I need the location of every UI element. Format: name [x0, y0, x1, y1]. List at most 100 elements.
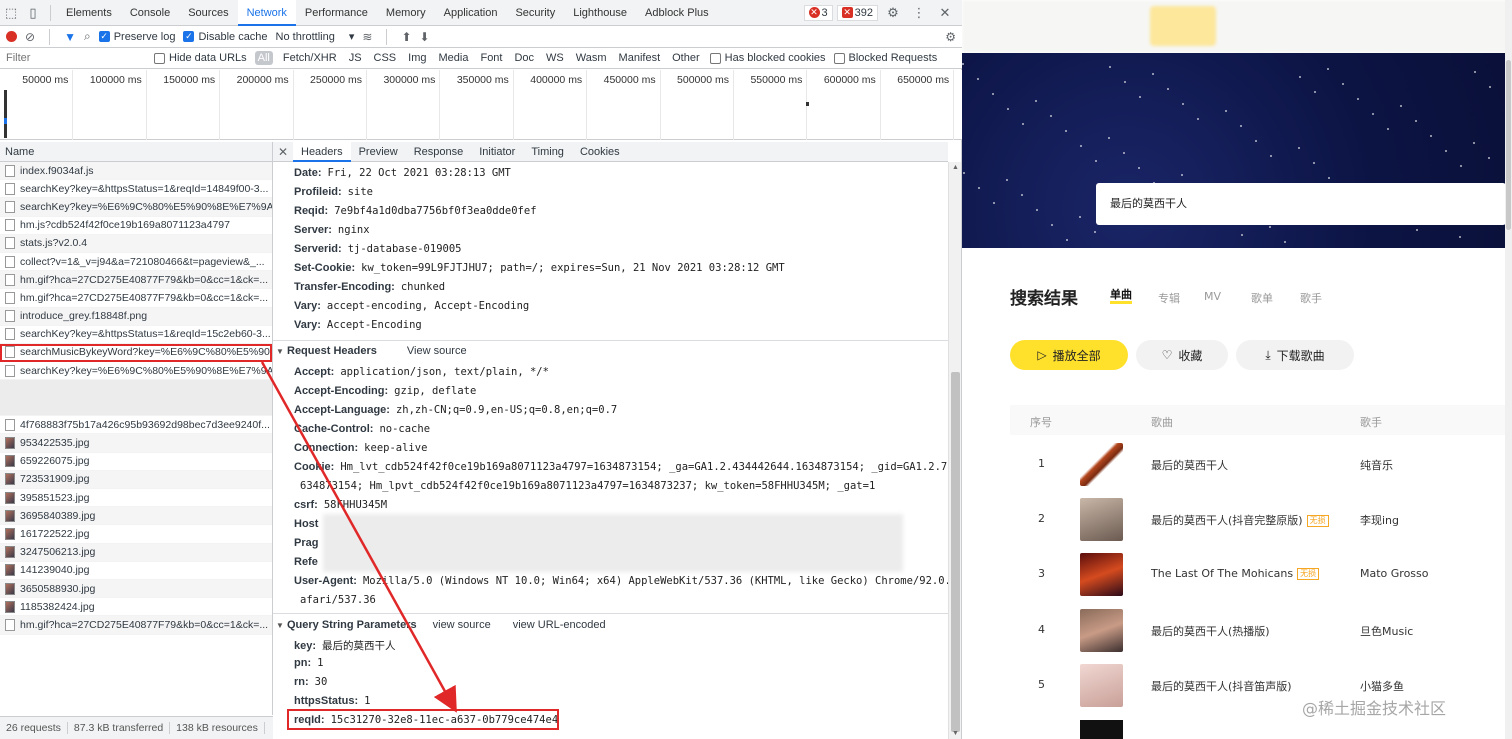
inspect-element-icon[interactable]: ⬚	[0, 0, 22, 26]
detail-tab-initiator[interactable]: Initiator	[471, 142, 523, 162]
network-conditions-icon[interactable]: ≋	[362, 30, 372, 44]
download-button[interactable]: ⤓ 下载歌曲	[1236, 340, 1354, 370]
song-artist[interactable]: 李现ing	[1360, 512, 1399, 528]
result-tab[interactable]: 歌手	[1300, 290, 1322, 306]
request-row[interactable]: 659226075.jpg	[0, 453, 272, 471]
request-row[interactable]: 395851523.jpg	[0, 489, 272, 508]
filter-type-manifest[interactable]: Manifest	[617, 52, 663, 64]
detail-tab-timing[interactable]: Timing	[523, 142, 572, 162]
import-har-icon[interactable]: ⬆	[401, 30, 411, 44]
warning-count-badge[interactable]: ✕ 392	[836, 4, 878, 21]
album-cover[interactable]	[1080, 608, 1123, 652]
error-count-badge[interactable]: ✕ 3	[803, 4, 833, 21]
device-toolbar-icon[interactable]: ▯	[22, 0, 44, 26]
request-row[interactable]: 3650588930.jpg	[0, 579, 272, 599]
scrollbar-thumb[interactable]	[951, 372, 960, 732]
song-title[interactable]: 最后的莫西干人(热播版)	[1151, 623, 1270, 639]
disable-cache-checkbox[interactable]: ✓ Disable cache	[183, 31, 268, 43]
page-scrollbar-thumb[interactable]	[1506, 60, 1511, 230]
filter-type-other[interactable]: Other	[670, 52, 702, 64]
request-row[interactable]: stats.js?v2.0.4	[0, 234, 272, 253]
request-row[interactable]	[0, 380, 272, 417]
filter-type-all[interactable]: All	[254, 51, 273, 65]
album-cover[interactable]	[1080, 553, 1123, 597]
request-row[interactable]: searchKey?key=%E6%9C%80%E5%90%8E%E7%9A..…	[0, 362, 272, 381]
clear-icon[interactable]: ⊘	[25, 30, 35, 44]
network-timeline-overview[interactable]: 50000 ms 100000 ms 150000 ms 200000 ms 25000…	[0, 70, 962, 140]
request-row[interactable]: hm.js?cdb524f42f0ce19b169a8071123a4797	[0, 217, 272, 235]
song-row[interactable]: 2 最后的莫西干人(抖音完整原版) 无损 李现ing	[1010, 493, 1510, 548]
request-row[interactable]: 1185382424.jpg	[0, 598, 272, 617]
request-row[interactable]: 3695840389.jpg	[0, 507, 272, 526]
request-row[interactable]: hm.gif?hca=27CD275E40877F79&kb=0&cc=1&ck…	[0, 616, 272, 635]
song-title[interactable]: 最后的莫西干人(抖音笛声版)	[1151, 678, 1292, 694]
collect-button[interactable]: ♡ 收藏	[1136, 340, 1228, 370]
request-row-searchmusicbykeyword[interactable]: searchMusicBykeyWord?key=%E6%9C%80%E5%90…	[0, 343, 272, 363]
tab-elements[interactable]: Elements	[57, 0, 121, 26]
detail-tab-headers[interactable]: Headers	[293, 142, 351, 162]
tab-network[interactable]: Network	[237, 0, 296, 26]
query-string-section[interactable]: ▼ Query String Parameters view source view …	[273, 613, 948, 635]
result-tab[interactable]: 专辑	[1158, 290, 1180, 306]
filter-type-img[interactable]: Img	[406, 52, 428, 64]
tab-adblock-plus[interactable]: Adblock Plus	[636, 0, 718, 26]
song-artist[interactable]: Mato Grosso	[1360, 567, 1429, 580]
result-tab[interactable]: 歌单	[1251, 290, 1273, 306]
request-row[interactable]: collect?v=1&_v=j94&a=721080466&t=pagevie…	[0, 253, 272, 272]
album-cover[interactable]	[1080, 443, 1123, 486]
network-settings-gear-icon[interactable]: ⚙	[945, 30, 956, 44]
request-row[interactable]: index.f9034af.js	[0, 162, 272, 181]
filter-type-css[interactable]: CSS	[372, 52, 399, 64]
details-scrollbar[interactable]: ▲ ▼	[948, 162, 961, 739]
page-scrollbar[interactable]	[1505, 0, 1512, 739]
request-row[interactable]: 953422535.jpg	[0, 434, 272, 453]
export-har-icon[interactable]: ⬇	[420, 30, 430, 44]
tab-security[interactable]: Security	[506, 0, 564, 26]
filter-type-fetchxhr[interactable]: Fetch/XHR	[281, 52, 339, 64]
album-cover[interactable]	[1080, 663, 1123, 707]
tab-performance[interactable]: Performance	[296, 0, 377, 26]
tab-sources[interactable]: Sources	[179, 0, 237, 26]
song-artist[interactable]: 旦色Music	[1360, 623, 1413, 639]
request-row[interactable]: 3247506213.jpg	[0, 543, 272, 562]
filter-type-ws[interactable]: WS	[544, 52, 566, 64]
tab-console[interactable]: Console	[121, 0, 179, 26]
tab-memory[interactable]: Memory	[377, 0, 435, 26]
close-icon[interactable]: ✕	[934, 0, 956, 26]
filter-type-js[interactable]: JS	[347, 52, 364, 64]
filter-type-media[interactable]: Media	[437, 52, 471, 64]
view-source-link[interactable]: View source	[407, 345, 467, 357]
song-title[interactable]: The Last Of The Mohicans 无损	[1151, 567, 1320, 581]
song-title[interactable]: 最后的莫西干人(抖音完整原版) 无损	[1151, 512, 1329, 528]
record-icon[interactable]	[6, 31, 17, 42]
request-headers-section[interactable]: ▼ Request Headers View source	[273, 340, 948, 360]
detail-tab-cookies[interactable]: Cookies	[572, 142, 628, 162]
result-tab[interactable]: MV	[1204, 290, 1221, 303]
filter-type-font[interactable]: Font	[478, 52, 504, 64]
request-row[interactable]: 141239040.jpg	[0, 562, 272, 580]
scroll-down-icon[interactable]: ▼	[949, 730, 962, 737]
tab-lighthouse[interactable]: Lighthouse	[564, 0, 636, 26]
detail-tab-preview[interactable]: Preview	[351, 142, 406, 162]
throttling-select[interactable]: No throttling ▾	[276, 30, 355, 44]
query-view-source-link[interactable]: view source	[433, 619, 491, 631]
scroll-up-icon[interactable]: ▲	[949, 164, 962, 171]
settings-gear-icon[interactable]: ⚙	[882, 0, 904, 26]
album-cover[interactable]	[1080, 498, 1123, 542]
request-row[interactable]: hm.gif?hca=27CD275E40877F79&kb=0&cc=1&ck…	[0, 289, 272, 308]
search-input[interactable]: 最后的莫西干人	[1096, 183, 1506, 225]
result-tab[interactable]: 单曲	[1110, 289, 1132, 304]
filter-input[interactable]	[6, 49, 146, 67]
filter-type-doc[interactable]: Doc	[512, 52, 536, 64]
hide-data-urls-checkbox[interactable]: Hide data URLs	[154, 52, 247, 64]
request-row[interactable]: searchKey?key=&httpsStatus=1&reqId=15c2e…	[0, 326, 272, 344]
request-row[interactable]: introduce_grey.f18848f.png	[0, 307, 272, 326]
song-row[interactable]: 3 The Last Of The Mohicans 无损 Mato Grosso	[1010, 548, 1510, 603]
request-row[interactable]: 161722522.jpg	[0, 525, 272, 544]
play-all-button[interactable]: ▷ 播放全部	[1010, 340, 1128, 370]
request-row[interactable]: hm.gif?hca=27CD275E40877F79&kb=0&cc=1&ck…	[0, 271, 272, 290]
request-row[interactable]: searchKey?key=&httpsStatus=1&reqId=14849…	[0, 180, 272, 199]
filter-icon[interactable]: ▼	[64, 30, 76, 44]
detail-tab-response[interactable]: Response	[406, 142, 472, 162]
tab-application[interactable]: Application	[435, 0, 507, 26]
